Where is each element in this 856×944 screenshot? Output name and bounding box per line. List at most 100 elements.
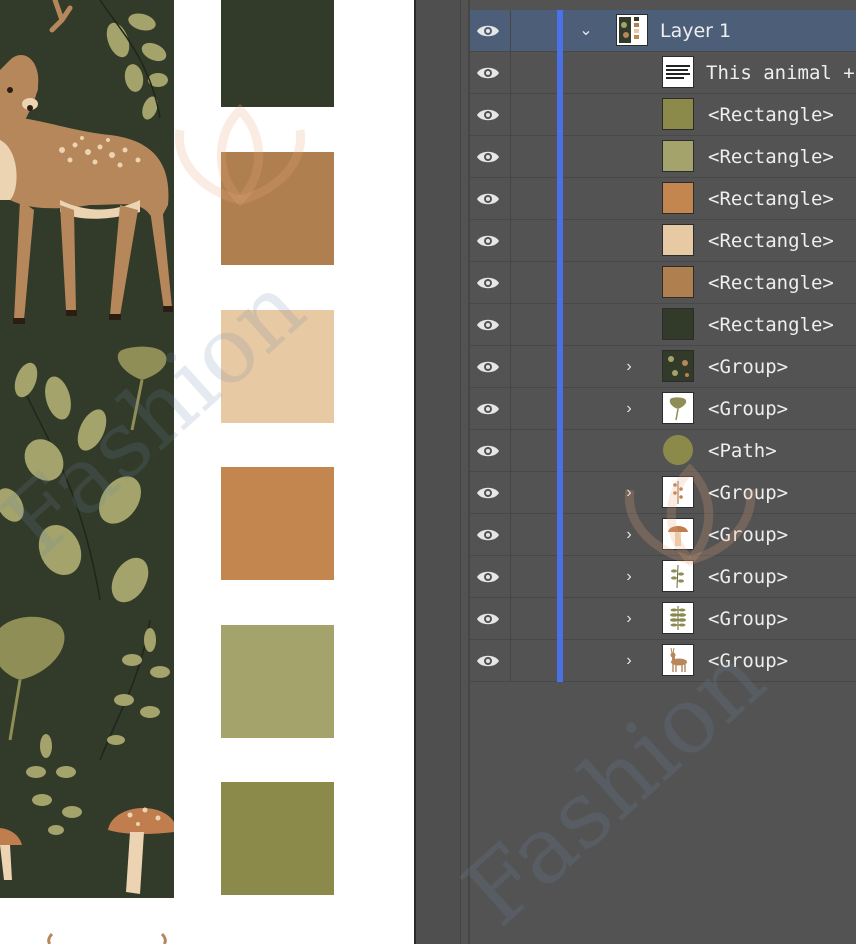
layer-item-label[interactable]: <Rectangle> [708, 104, 834, 126]
visibility-eye-icon[interactable] [476, 105, 500, 125]
berry-branch-icon [673, 481, 683, 504]
visibility-eye-icon[interactable] [476, 525, 500, 545]
layer-color-bar [557, 220, 563, 262]
visibility-eye-icon[interactable] [476, 315, 500, 335]
layer-row-group[interactable]: › <Group> [470, 598, 856, 640]
group-thumbnail [662, 392, 694, 424]
lock-column-divider [510, 10, 511, 52]
layer-item-label[interactable]: This animal + fo [706, 62, 856, 84]
visibility-eye-icon[interactable] [476, 273, 500, 293]
visibility-eye-icon[interactable] [476, 483, 500, 503]
layer-item-label[interactable]: <Group> [708, 398, 788, 420]
chevron-right-icon[interactable]: › [621, 400, 637, 418]
swatch-olive[interactable] [221, 782, 334, 895]
text-preview-icon [663, 57, 693, 87]
layer-item-label[interactable]: <Group> [708, 524, 788, 546]
visibility-eye-icon[interactable] [476, 21, 500, 41]
group-thumbnail [662, 350, 694, 382]
mushroom-icon [668, 526, 688, 546]
layer-row-group[interactable]: › <Group> [470, 556, 856, 598]
layer-color-bar [557, 10, 563, 52]
lock-column-divider [510, 556, 511, 598]
woodland-pattern-artwork[interactable] [0, 0, 174, 898]
swatch-light-beige[interactable] [221, 310, 334, 423]
layer-color-bar [557, 178, 563, 220]
text-preview-thumbnail [662, 56, 694, 88]
circle-icon [663, 435, 693, 465]
layer-row-group[interactable]: › <Group> [470, 388, 856, 430]
lock-column-divider [510, 472, 511, 514]
visibility-eye-icon[interactable] [476, 441, 500, 461]
layer-row-group[interactable]: › <Group> [470, 346, 856, 388]
visibility-eye-icon[interactable] [476, 231, 500, 251]
chevron-right-icon[interactable]: › [621, 484, 637, 502]
layer-row-path[interactable]: <Path> [470, 430, 856, 472]
chevron-right-icon[interactable]: › [621, 610, 637, 628]
visibility-eye-icon[interactable] [476, 609, 500, 629]
layer-item-label[interactable]: <Group> [708, 566, 788, 588]
antler-tips-artwork [47, 932, 167, 944]
layer-row-rectangle[interactable]: <Rectangle> [470, 262, 856, 304]
layer-item-label[interactable]: <Rectangle> [708, 314, 834, 336]
layer-row-text[interactable]: This animal + fo [470, 52, 856, 94]
layer-item-label[interactable]: <Path> [708, 440, 777, 462]
visibility-eye-icon[interactable] [476, 357, 500, 377]
layer-item-label[interactable]: <Group> [708, 608, 788, 630]
layer-row-rectangle[interactable]: <Rectangle> [470, 136, 856, 178]
swatch-tan-brown[interactable] [221, 152, 334, 265]
layer-thumbnail [616, 14, 648, 46]
lock-column-divider [510, 304, 511, 346]
layer-thumbnail-preview-icon [617, 15, 647, 45]
lock-column-divider [510, 262, 511, 304]
fern-icon [670, 606, 686, 630]
layer-color-bar [557, 514, 563, 556]
layer-item-label[interactable]: <Group> [708, 482, 788, 504]
visibility-eye-icon[interactable] [476, 399, 500, 419]
visibility-eye-icon[interactable] [476, 567, 500, 587]
layer-row-group[interactable]: › <Group> [470, 640, 856, 682]
color-swatch-column [221, 0, 334, 944]
swatch-sage[interactable] [221, 625, 334, 738]
chevron-right-icon[interactable]: › [621, 652, 637, 670]
pattern-illustration [0, 0, 174, 894]
layers-list: ⌄ Layer 1 This animal + fo <Rectangle> [470, 10, 856, 682]
rectangle-thumbnail [662, 266, 694, 298]
layer-color-bar [557, 388, 563, 430]
visibility-eye-icon[interactable] [476, 651, 500, 671]
artboard-canvas[interactable] [0, 0, 414, 944]
layer-color-bar [557, 346, 563, 388]
chevron-right-icon[interactable]: › [621, 568, 637, 586]
layer-row-rectangle[interactable]: <Rectangle> [470, 220, 856, 262]
layer-row-rectangle[interactable]: <Rectangle> [470, 94, 856, 136]
layer-item-label[interactable]: <Group> [708, 356, 788, 378]
path-thumbnail [662, 434, 694, 466]
chevron-right-icon[interactable]: › [621, 358, 637, 376]
layer-item-label[interactable]: <Group> [708, 650, 788, 672]
layer-color-bar [557, 52, 563, 94]
layer-item-label[interactable]: <Rectangle> [708, 146, 834, 168]
lock-column-divider [510, 94, 511, 136]
layer-item-label[interactable]: <Rectangle> [708, 272, 834, 294]
layer-color-bar [557, 136, 563, 178]
visibility-eye-icon[interactable] [476, 189, 500, 209]
group-thumbnail [662, 560, 694, 592]
layer-item-label[interactable]: <Rectangle> [708, 188, 834, 210]
layer-row-rectangle[interactable]: <Rectangle> [470, 304, 856, 346]
layer-row-layer-1[interactable]: ⌄ Layer 1 [470, 10, 856, 52]
swatch-terracotta[interactable] [221, 467, 334, 580]
chevron-right-icon[interactable]: › [621, 526, 637, 544]
visibility-eye-icon[interactable] [476, 63, 500, 83]
rectangle-thumbnail [662, 98, 694, 130]
lock-column-divider [510, 346, 511, 388]
layer-row-group[interactable]: › <Group> [470, 472, 856, 514]
group-thumbnail [662, 602, 694, 634]
layer-item-label[interactable]: <Rectangle> [708, 230, 834, 252]
layer-row-rectangle[interactable]: <Rectangle> [470, 178, 856, 220]
lock-column-divider [510, 640, 511, 682]
chevron-down-icon[interactable]: ⌄ [578, 22, 594, 40]
rectangle-thumbnail [662, 224, 694, 256]
swatch-dark-green[interactable] [221, 0, 334, 107]
visibility-eye-icon[interactable] [476, 147, 500, 167]
layer-name-label[interactable]: Layer 1 [660, 20, 731, 42]
layer-row-group[interactable]: › <Group> [470, 514, 856, 556]
